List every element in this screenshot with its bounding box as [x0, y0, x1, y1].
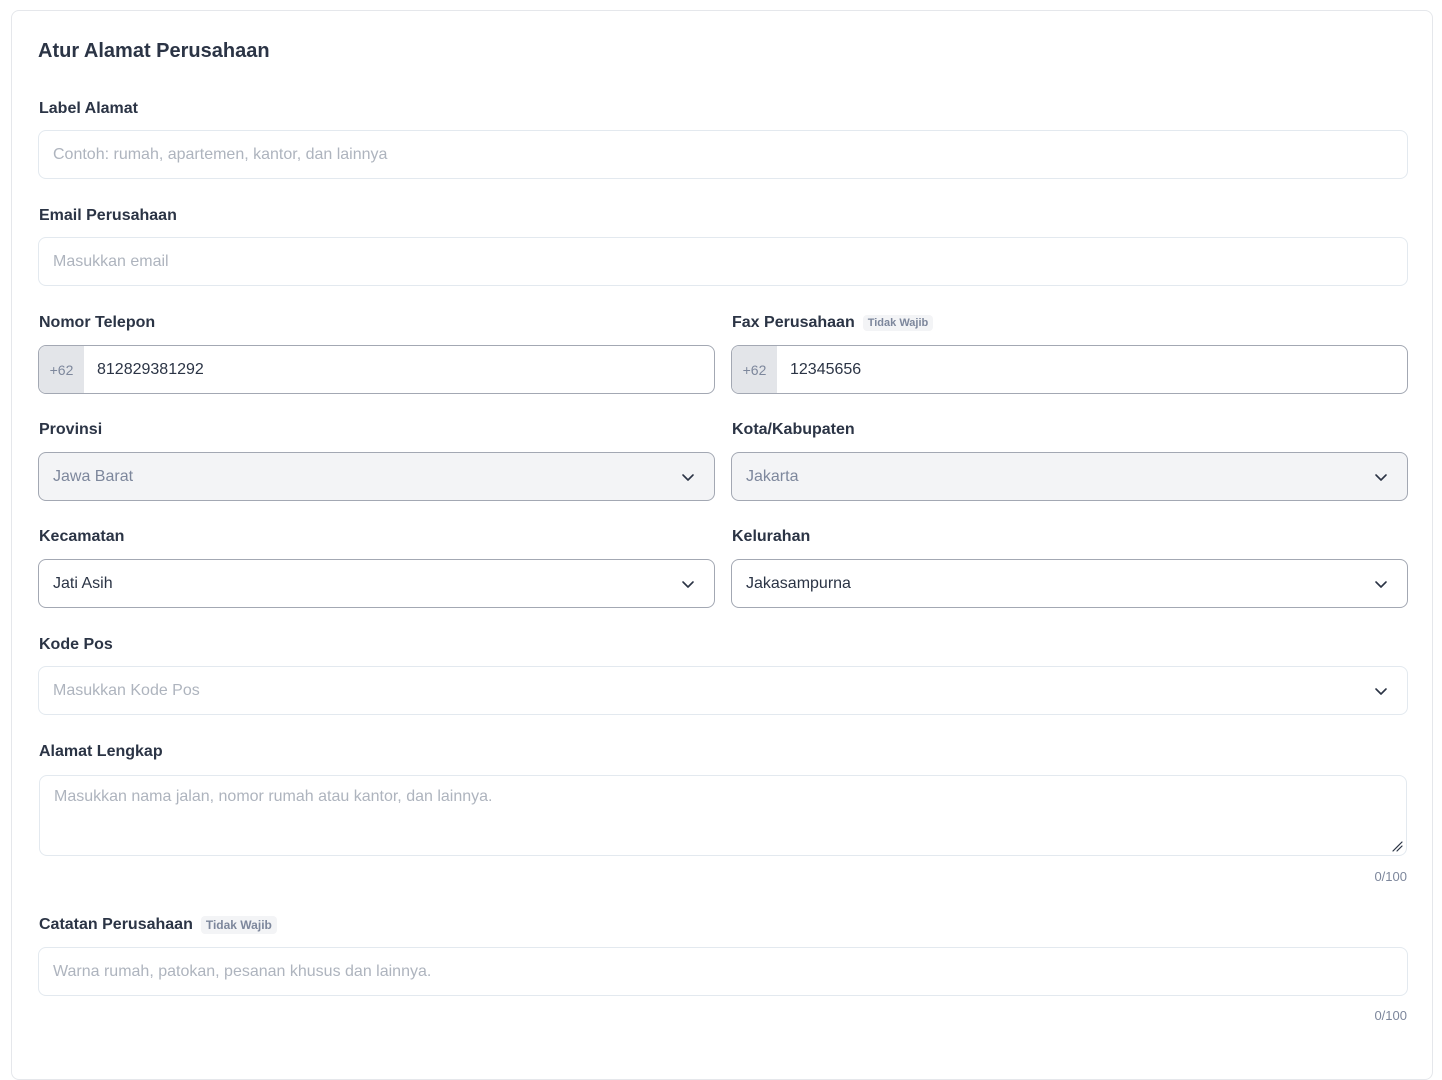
chevron-down-icon [682, 580, 694, 588]
provinsi-select[interactable]: Jawa Barat [38, 452, 715, 501]
kecamatan-label: Kecamatan [39, 528, 124, 546]
email-label: Email Perusahaan [39, 207, 177, 225]
email-field[interactable]: Masukkan email [38, 237, 1408, 286]
kecamatan-select[interactable]: Jati Asih [38, 559, 715, 608]
alamat-lengkap-textarea[interactable]: Masukkan nama jalan, nomor rumah atau ka… [39, 775, 1407, 856]
fax-value: 12345656 [790, 360, 862, 378]
phone-label-text: Nomor Telepon [39, 314, 156, 331]
catatan-optional-badge: Tidak Wajib [200, 916, 277, 934]
label-alamat-label-text: Label Alamat [39, 100, 138, 117]
email-placeholder: Masukkan email [53, 252, 169, 270]
kota-label-text: Kota/Kabupaten [732, 421, 855, 438]
kode-pos-label-text: Kode Pos [39, 636, 113, 653]
catatan-placeholder: Warna rumah, patokan, pesanan khusus dan… [53, 962, 432, 980]
kode-pos-select[interactable]: Masukkan Kode Pos [38, 666, 1408, 715]
catatan-input[interactable]: Warna rumah, patokan, pesanan khusus dan… [38, 947, 1408, 996]
email-label-text: Email Perusahaan [39, 207, 177, 224]
alamat-lengkap-label: Alamat Lengkap [39, 743, 163, 761]
resize-handle-icon[interactable] [1392, 841, 1403, 852]
alamat-lengkap-counter: 0/100 [1374, 869, 1407, 884]
provinsi-value: Jawa Barat [53, 467, 134, 485]
page-title: Atur Alamat Perusahaan [38, 40, 270, 62]
kota-label: Kota/Kabupaten [732, 421, 855, 439]
chevron-down-icon [1375, 473, 1387, 481]
catatan-label: Catatan Perusahaan Tidak Wajib [39, 916, 277, 934]
kelurahan-label-text: Kelurahan [732, 528, 811, 545]
provinsi-label: Provinsi [39, 421, 102, 439]
kelurahan-value: Jakasampurna [746, 574, 851, 592]
kode-pos-placeholder: Masukkan Kode Pos [53, 681, 200, 699]
kelurahan-select[interactable]: Jakasampurna [731, 559, 1408, 608]
phone-value: 812829381292 [97, 360, 204, 378]
kota-value: Jakarta [746, 467, 799, 485]
chevron-down-icon [1375, 580, 1387, 588]
kecamatan-label-text: Kecamatan [39, 528, 125, 545]
fax-label-text: Fax Perusahaan [732, 314, 855, 331]
label-alamat-label: Label Alamat [39, 100, 138, 118]
phone-input[interactable]: +62 812829381292 [38, 345, 715, 394]
fax-prefix: +62 [732, 346, 777, 393]
phone-label: Nomor Telepon [39, 314, 155, 332]
kelurahan-label: Kelurahan [732, 528, 810, 546]
fax-label: Fax Perusahaan Tidak Wajib [732, 314, 934, 332]
label-alamat-placeholder: Contoh: rumah, apartemen, kantor, dan la… [53, 145, 388, 163]
catatan-label-text: Catatan Perusahaan [39, 916, 193, 933]
alamat-lengkap-placeholder: Masukkan nama jalan, nomor rumah atau ka… [54, 788, 493, 805]
fax-optional-badge: Tidak Wajib [862, 315, 934, 331]
kota-select[interactable]: Jakarta [731, 452, 1408, 501]
chevron-down-icon [1375, 687, 1387, 695]
catatan-counter: 0/100 [1374, 1008, 1407, 1023]
label-alamat-input[interactable]: Contoh: rumah, apartemen, kantor, dan la… [38, 130, 1408, 179]
fax-input[interactable]: +62 12345656 [731, 345, 1408, 394]
alamat-lengkap-label-text: Alamat Lengkap [39, 743, 163, 760]
phone-prefix: +62 [39, 346, 84, 393]
chevron-down-icon [682, 473, 694, 481]
kode-pos-label: Kode Pos [39, 636, 113, 654]
kecamatan-value: Jati Asih [53, 574, 113, 592]
provinsi-label-text: Provinsi [39, 421, 103, 438]
